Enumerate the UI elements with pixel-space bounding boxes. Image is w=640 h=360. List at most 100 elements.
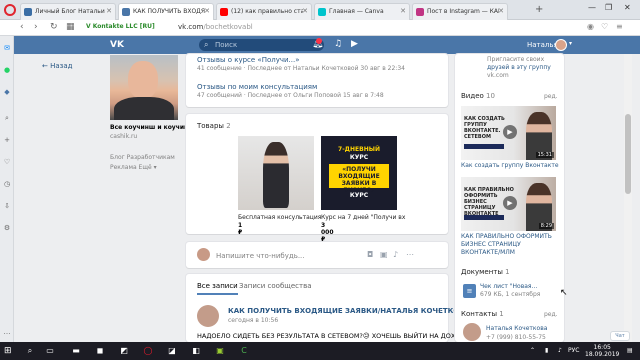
videos-title[interactable]: Видео 10 xyxy=(461,92,495,100)
document-icon[interactable]: ≡ xyxy=(463,284,476,298)
music-icon[interactable]: ♫ xyxy=(334,39,342,49)
vk-icon[interactable]: ◆ xyxy=(3,88,11,96)
header-avatar[interactable] xyxy=(555,39,567,51)
close-tab-icon[interactable]: ✕ xyxy=(498,7,504,15)
language-indicator[interactable]: РУС xyxy=(568,347,579,354)
speed-dial-icon[interactable]: ▦ xyxy=(66,22,75,32)
ad-title[interactable]: Все коучинш и коучинг? xyxy=(110,124,195,131)
app-icon[interactable]: C xyxy=(238,345,250,357)
post-date[interactable]: сегодня в 10:56 xyxy=(228,317,278,324)
more-icon[interactable]: … xyxy=(3,328,11,336)
post-menu-icon[interactable]: ⋯ xyxy=(434,306,442,315)
tray-up-icon[interactable]: ⌃ xyxy=(530,347,535,354)
opera-taskbar-icon[interactable]: ◯ xyxy=(142,345,154,357)
search-icon[interactable]: ⌕ xyxy=(3,114,11,122)
close-tab-icon[interactable]: ✕ xyxy=(204,7,210,15)
close-tab-icon[interactable]: ✕ xyxy=(400,7,406,15)
composer-input[interactable]: Напишите что-нибудь... xyxy=(216,252,305,260)
contact-avatar[interactable] xyxy=(463,323,481,341)
video-caption[interactable]: КАК ПРАВИЛЬНО ОФОРМИТЬ БИЗНЕС СТРАНИЦУ В… xyxy=(461,233,561,257)
network-icon[interactable]: ▮ xyxy=(545,347,548,354)
windows-start-icon[interactable]: ⊞ xyxy=(4,346,12,356)
discussion-title[interactable]: Отзывы о курсе «Получи...» xyxy=(197,56,300,64)
video-thumbnail[interactable]: КАК ПРАВИЛЬНО ОФОРМИТЬ БИЗНЕС СТРАНИЦУ В… xyxy=(461,177,556,231)
explorer-icon[interactable]: ▬ xyxy=(70,345,82,357)
tab-youtube[interactable]: (12) как правильно стави ✕ xyxy=(216,3,312,20)
search-icon[interactable]: ⌕ xyxy=(24,345,36,357)
play-icon[interactable]: ▶ xyxy=(503,125,517,139)
tab-instagram[interactable]: Пост в Instagram — КАК ✕ xyxy=(412,3,508,20)
back-icon[interactable]: ‹ xyxy=(20,22,24,32)
search-input[interactable]: ⌕ Поиск xyxy=(199,39,324,51)
messenger-icon[interactable]: ✉ xyxy=(3,44,11,52)
opera-menu-icon[interactable] xyxy=(4,4,16,16)
tab-vk-active[interactable]: КАК ПОЛУЧИТЬ ВХОДЯЩ ✕ xyxy=(118,3,214,20)
app-icon[interactable]: ◪ xyxy=(166,345,178,357)
edit-link[interactable]: ред. xyxy=(544,93,558,100)
invite-link[interactable]: друзей в эту группу xyxy=(487,64,551,71)
heart-icon[interactable]: ♡ xyxy=(3,158,11,166)
video-thumbnail[interactable]: КАК СОЗДАТЬ ГРУППУ ВКОНТАКТЕ. СЕТЕВОМ ▶ … xyxy=(461,106,556,160)
vk-logo[interactable]: VK xyxy=(110,40,124,50)
tab-community-posts[interactable]: Записи сообщества xyxy=(239,282,312,290)
documents-title[interactable]: Документы 1 xyxy=(461,268,510,276)
easy-setup-icon[interactable]: ≡ xyxy=(616,22,623,31)
app-icon[interactable]: ◼ xyxy=(94,345,106,357)
bookmark-icon[interactable]: ♡ xyxy=(601,22,608,31)
product-image[interactable] xyxy=(238,136,314,210)
post-avatar[interactable] xyxy=(197,305,219,327)
product-name[interactable]: Бесплатная консультация xyxy=(238,214,321,221)
play-icon[interactable]: ▶ xyxy=(351,39,358,49)
music-icon[interactable]: ♪ xyxy=(393,250,398,259)
tab-blog[interactable]: Личный Блог Натальи Ко ✕ xyxy=(20,3,116,20)
close-tab-icon[interactable]: ✕ xyxy=(106,7,112,15)
forward-icon[interactable]: › xyxy=(34,22,38,32)
chevron-down-icon[interactable]: ▾ xyxy=(569,40,572,47)
products-title[interactable]: Товары 2 xyxy=(197,122,231,130)
video-caption[interactable]: Как создать группу Вконтакте xyxy=(461,162,561,170)
play-icon[interactable]: ▶ xyxy=(503,196,517,210)
whatsapp-icon[interactable]: ● xyxy=(3,66,11,74)
tab-canva[interactable]: Главная — Canva ✕ xyxy=(314,3,410,20)
close-tab-icon[interactable]: ✕ xyxy=(302,7,308,15)
ad-photo[interactable] xyxy=(110,55,178,120)
url-field[interactable]: vk.com/bochetkovabl xyxy=(178,23,253,31)
product-image[interactable]: 7-ДНЕВНЫЙ КУРС «ПОЛУЧИ ВХОДЯЩИЕ ЗАЯВКИ В… xyxy=(321,136,397,210)
video-icon[interactable]: ▣ xyxy=(380,250,388,259)
camera-icon[interactable]: ◘ xyxy=(367,250,373,259)
taskbar-clock[interactable]: 16:05 18.09.2019 xyxy=(585,344,619,358)
product-name[interactable]: Курс на 7 дней "Получи вх xyxy=(321,214,405,221)
chat-button[interactable]: Чат xyxy=(610,331,630,341)
tab-all-posts[interactable]: Все записи xyxy=(197,282,238,295)
maximize-button[interactable]: ❐ xyxy=(605,3,612,12)
contact-name[interactable]: Наталья Кочеткова xyxy=(486,325,547,332)
app-icon[interactable]: ◩ xyxy=(118,345,130,357)
back-link[interactable]: ← Назад xyxy=(42,62,73,70)
footer-links-row2[interactable]: Реклама Ещё ▾ xyxy=(110,163,175,173)
footer-links-row1[interactable]: Блог Разработчикам xyxy=(110,153,175,163)
page-scrollbar[interactable] xyxy=(624,54,632,342)
app-icon[interactable]: ◧ xyxy=(190,345,202,357)
new-tab-button[interactable]: + xyxy=(535,4,543,15)
document-name[interactable]: Чек лист "Новая... xyxy=(480,283,537,290)
download-icon[interactable]: ⇩ xyxy=(3,202,11,210)
contacts-title[interactable]: Контакты 1 xyxy=(461,310,504,318)
reload-icon[interactable]: ↻ xyxy=(50,22,58,32)
settings-icon[interactable]: ⚙ xyxy=(3,224,11,232)
volume-icon[interactable]: ♪ xyxy=(558,347,562,354)
security-badge[interactable]: V Kontakte LLC [RU] xyxy=(86,23,155,30)
more-icon[interactable]: ⋯ xyxy=(406,250,414,259)
discussion-title[interactable]: Отзывы по моим консультациям xyxy=(197,83,317,91)
scrollbar-thumb[interactable] xyxy=(625,114,631,194)
plus-icon[interactable]: + xyxy=(3,136,11,144)
history-icon[interactable]: ◷ xyxy=(3,180,11,188)
task-view-icon[interactable]: ▭ xyxy=(44,345,56,357)
close-window-button[interactable]: ✕ xyxy=(624,3,631,12)
app-icon[interactable]: ▣ xyxy=(214,345,226,357)
ad-site[interactable]: cashik.ru xyxy=(110,133,137,140)
header-user-name[interactable]: Наталья xyxy=(527,41,558,49)
notifications-icon[interactable]: ▤ xyxy=(627,347,633,354)
minimize-button[interactable]: — xyxy=(588,3,596,12)
camera-icon[interactable]: ◉ xyxy=(587,22,594,31)
edit-link[interactable]: ред. xyxy=(544,311,558,318)
